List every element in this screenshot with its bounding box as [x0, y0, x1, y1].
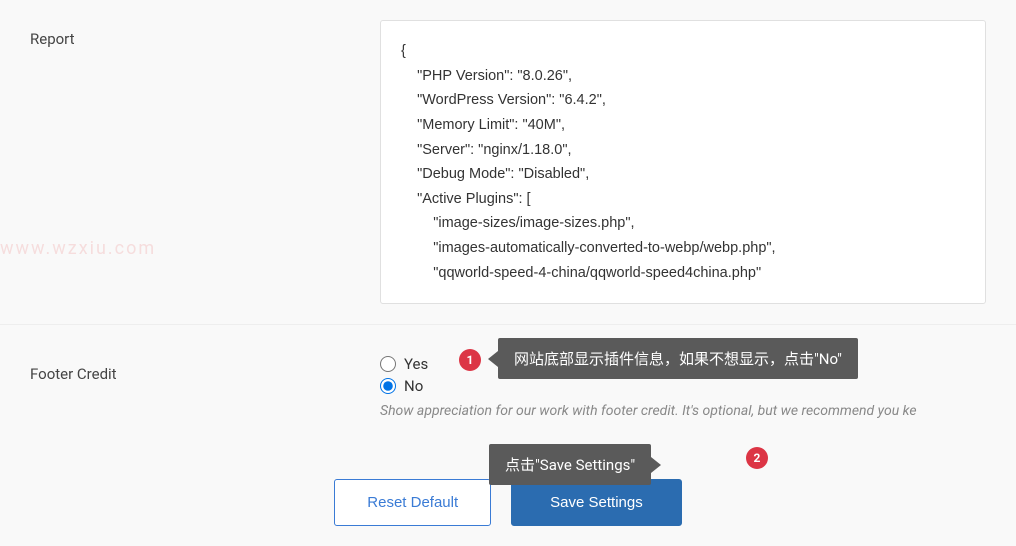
radio-no-label[interactable]: No [404, 377, 423, 395]
annotation-tooltip-2: 点击"Save Settings" [489, 444, 651, 485]
report-label: Report [30, 20, 380, 304]
report-section: Report { "PHP Version": "8.0.26", "WordP… [0, 0, 1016, 325]
footer-credit-label: Footer Credit [30, 355, 380, 419]
footer-credit-help: Show appreciation for our work with foot… [380, 403, 986, 419]
report-content-wrap: { "PHP Version": "8.0.26", "WordPress Ve… [380, 20, 986, 304]
radio-yes[interactable] [380, 356, 396, 372]
annotation-badge-1: 1 [459, 349, 481, 371]
save-settings-button[interactable]: Save Settings [511, 479, 682, 526]
annotation-tooltip-1: 网站底部显示插件信息，如果不想显示，点击"No" [498, 338, 858, 379]
annotation-badge-2: 2 [746, 447, 768, 469]
radio-no[interactable] [380, 378, 396, 394]
radio-no-row: No [380, 377, 986, 395]
reset-default-button[interactable]: Reset Default [334, 479, 491, 526]
report-textarea[interactable]: { "PHP Version": "8.0.26", "WordPress Ve… [380, 20, 986, 304]
radio-yes-label[interactable]: Yes [404, 355, 428, 373]
